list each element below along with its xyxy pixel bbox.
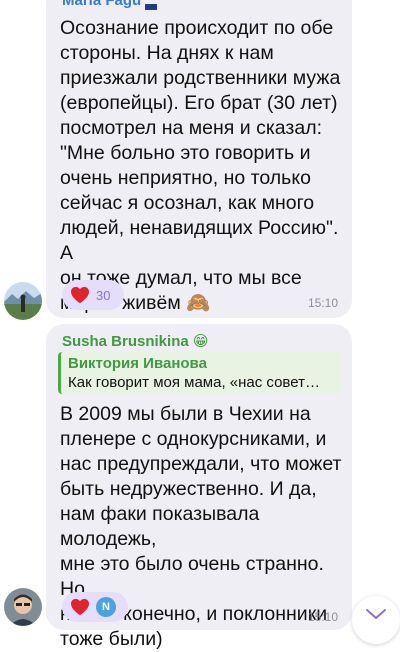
reply-author: Виктория Иванова <box>68 355 207 372</box>
avatar-image <box>4 588 42 626</box>
reply-text: Как говорит моя мама, «нас совет… <box>68 374 320 391</box>
message-time: 15:10 <box>307 296 338 310</box>
reply-quote[interactable]: Виктория Иванова Как говорит моя мама, «… <box>58 352 342 394</box>
scroll-down-button[interactable] <box>352 596 400 644</box>
heart-icon <box>71 286 89 304</box>
emoji-grin: 😁 <box>192 333 209 350</box>
avatar[interactable] <box>4 588 42 626</box>
chevron-down-icon <box>366 609 386 619</box>
avatar[interactable] <box>4 282 42 320</box>
reaction-heart[interactable]: N <box>62 592 128 622</box>
reactor-avatar: N <box>96 597 116 617</box>
avatar-image <box>4 282 42 320</box>
sender-name[interactable]: Maria Fagu <box>62 0 158 10</box>
emoji-see-no-evil: 🙈 <box>186 292 211 315</box>
message-bubble[interactable]: Susha Brusnikina 😁 Виктория Иванова Как … <box>46 324 352 650</box>
reaction-heart[interactable]: 30 <box>62 280 124 310</box>
heart-icon <box>71 598 89 616</box>
message-bubble[interactable]: Maria Fagu Осознание происходит по обе с… <box>46 0 352 318</box>
sender-name[interactable]: Susha Brusnikina 😁 <box>62 332 209 350</box>
flag-icon <box>145 4 158 10</box>
reaction-count: 30 <box>96 287 111 303</box>
message-text: Осознание происходит по обе стороны. На … <box>60 17 341 315</box>
